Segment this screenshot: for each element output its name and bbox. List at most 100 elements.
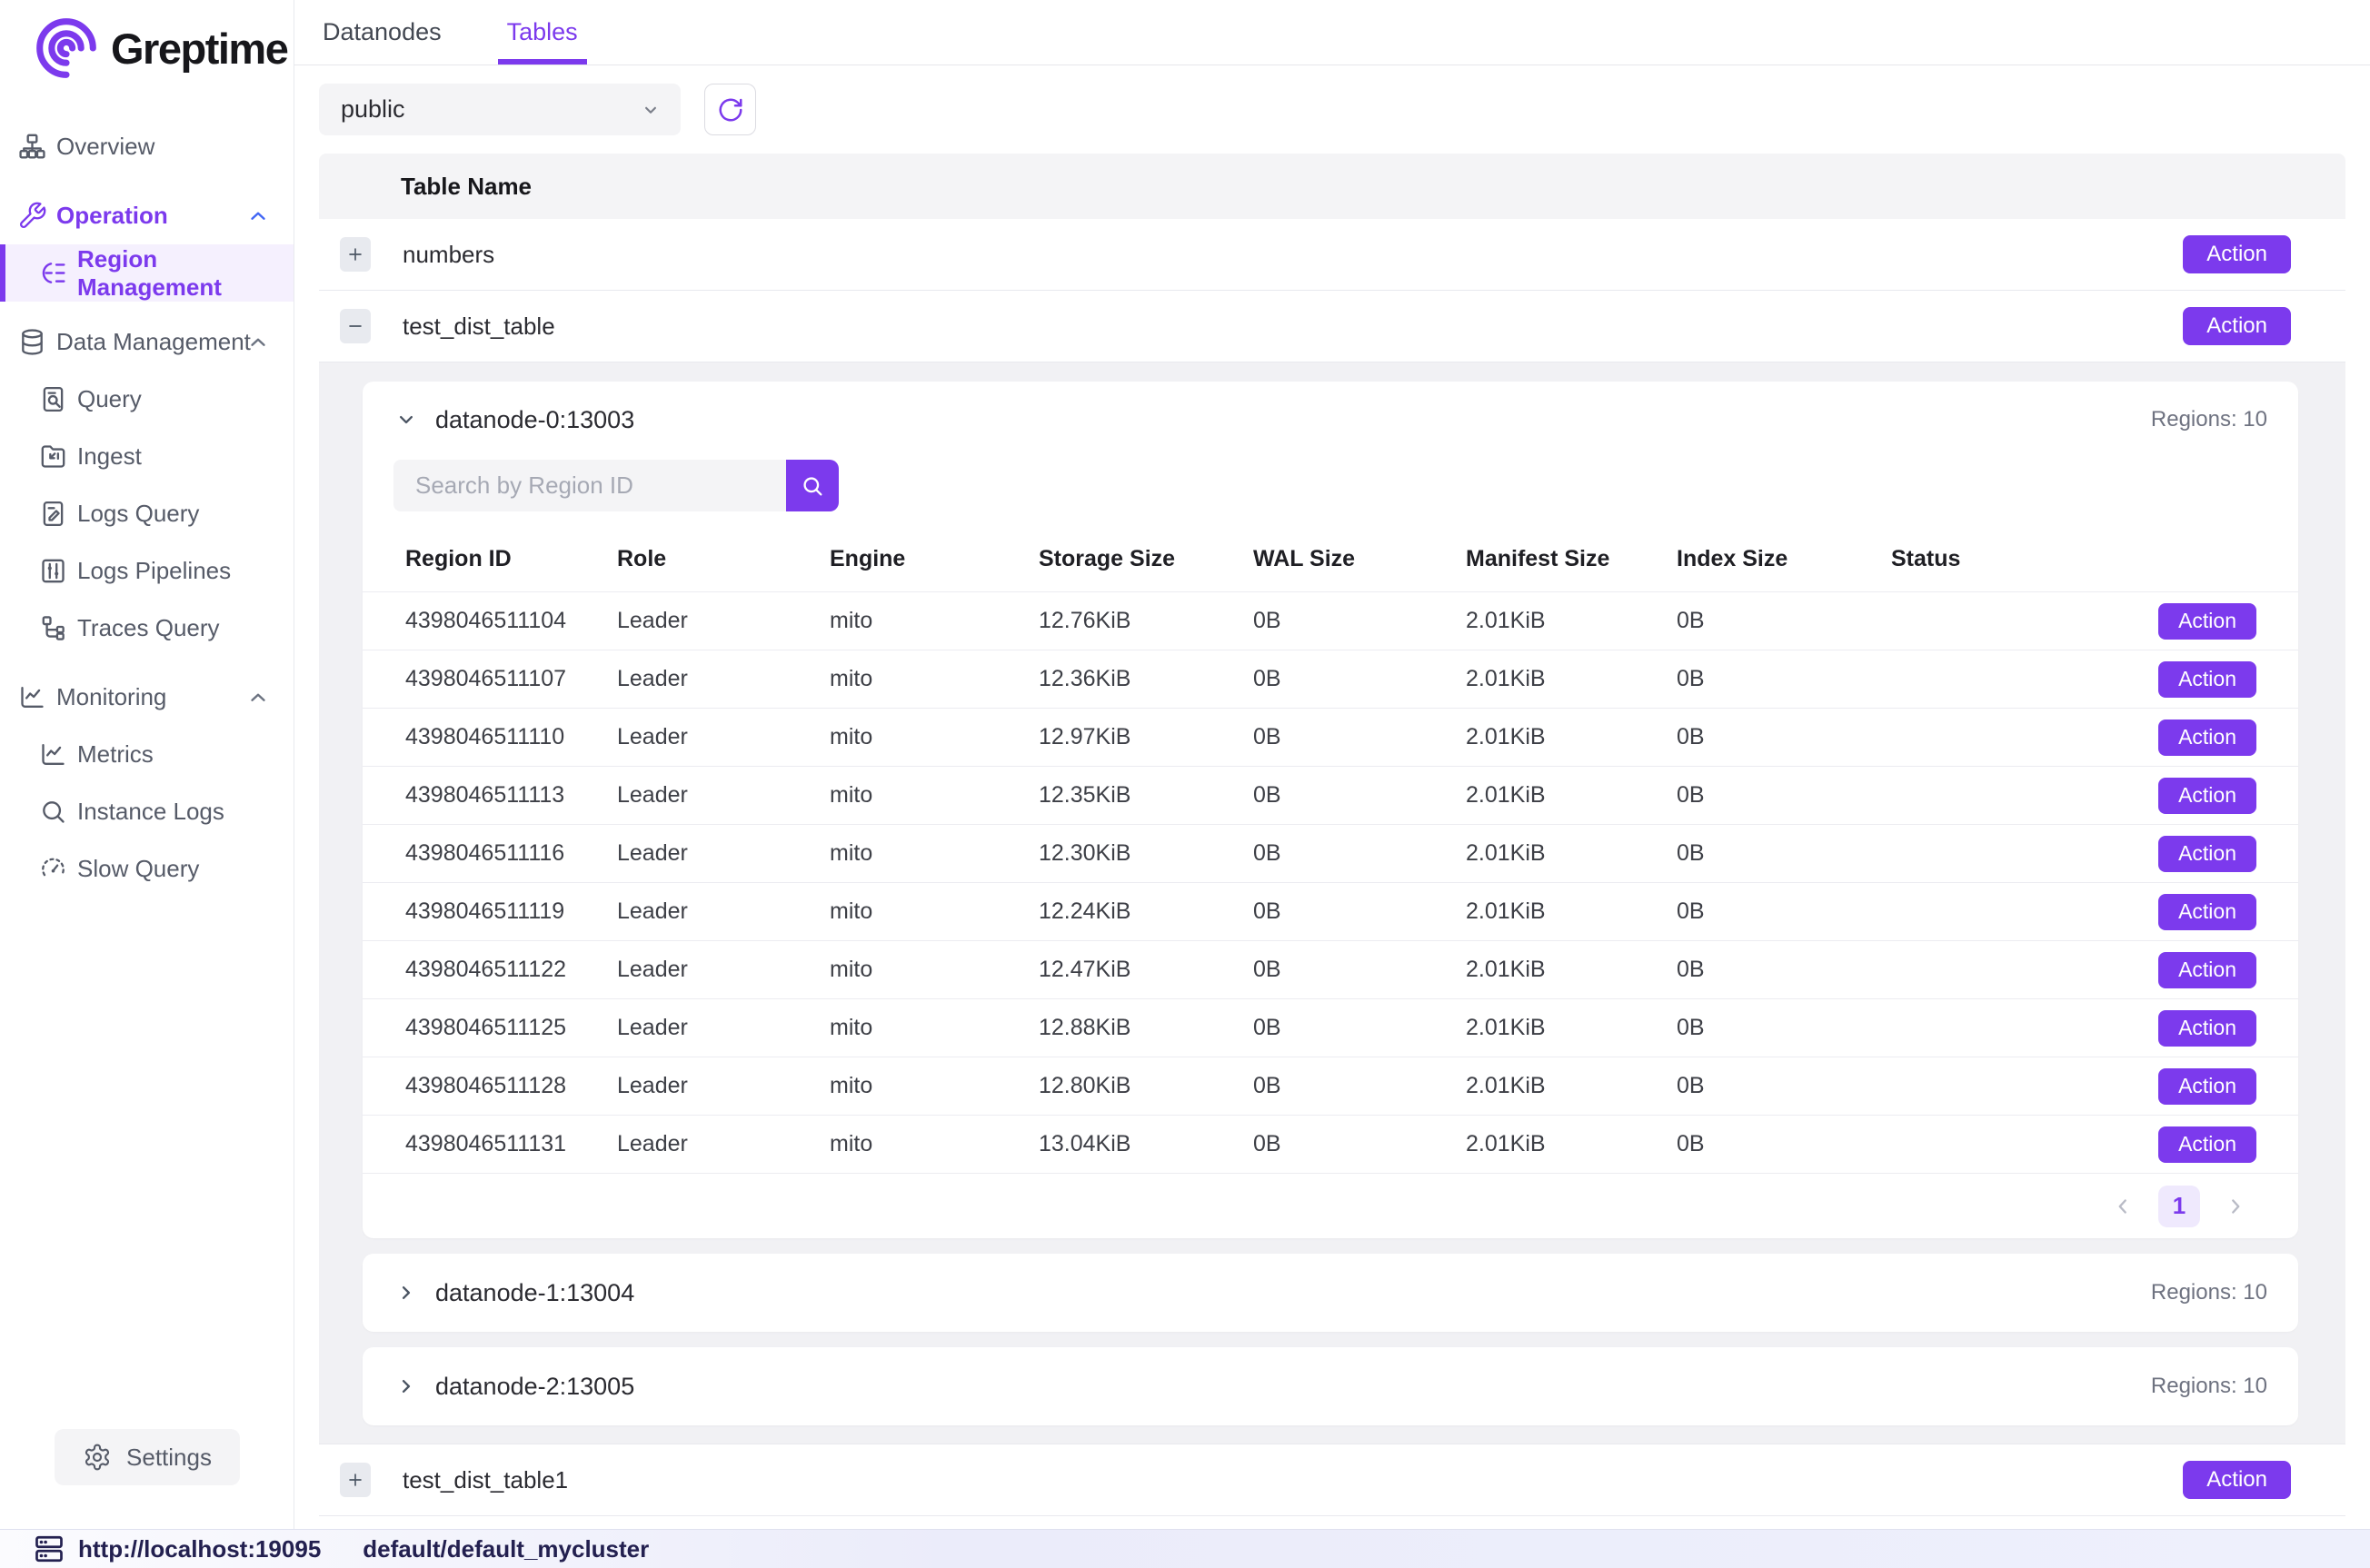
folder-import-icon [38, 442, 68, 471]
connection-url[interactable]: http://localhost:19095 [78, 1535, 321, 1563]
sidebar-item-label: Overview [56, 133, 154, 161]
sidebar-item-traces-query[interactable]: Traces Query [0, 600, 294, 657]
sidebar-item-label: Slow Query [77, 855, 199, 883]
region-cell-index: 0B [1677, 666, 1891, 692]
table-action-button[interactable]: Action [2183, 235, 2291, 273]
chevron-up-icon[interactable] [246, 204, 270, 228]
sidebar-item-query[interactable]: Query [0, 371, 294, 428]
region-column-header: Engine [830, 546, 1039, 572]
region-column-header: Manifest Size [1466, 546, 1677, 572]
sidebar-item-instance-logs[interactable]: Instance Logs [0, 783, 294, 840]
region-action-button[interactable]: Action [2158, 952, 2256, 988]
settings-label: Settings [126, 1444, 212, 1472]
region-column-header: Status [1891, 546, 2155, 572]
settings-button[interactable]: Settings [55, 1429, 240, 1485]
region-search-row [363, 460, 2298, 511]
region-action-button[interactable]: Action [2158, 1010, 2256, 1047]
table-action-button[interactable]: Action [2183, 307, 2291, 345]
sidebar-item-metrics[interactable]: Metrics [0, 726, 294, 783]
datanode-card-collapsed[interactable]: datanode-2:13005 Regions: 10 [363, 1347, 2298, 1425]
datanodes-panel: datanode-0:13003 Regions: 10 [319, 362, 2345, 1444]
region-cell-region-id: 4398046511119 [405, 898, 617, 925]
sidebar-item-operation[interactable]: Operation [0, 187, 294, 244]
sidebar-item-region-management[interactable]: Region Management [0, 244, 294, 302]
region-cell-storage: 12.88KiB [1039, 1015, 1253, 1041]
sidebar-item-label: Traces Query [77, 614, 220, 642]
content: public Table Name [294, 65, 2370, 1529]
region-cell-role: Leader [617, 840, 830, 867]
region-cell-manifest: 2.01KiB [1466, 666, 1677, 692]
region-search-input[interactable] [393, 460, 786, 511]
sidebar-item-label: Query [77, 385, 142, 413]
region-search-button[interactable] [786, 460, 839, 511]
database-select[interactable]: public [319, 84, 681, 135]
sidebar-item-slow-query[interactable]: Slow Query [0, 840, 294, 898]
region-action-button[interactable]: Action [2158, 1068, 2256, 1105]
chevron-right-icon[interactable] [2224, 1195, 2247, 1218]
refresh-button[interactable] [704, 84, 756, 135]
datanode-name: datanode-1:13004 [435, 1279, 634, 1307]
chevron-up-icon[interactable] [246, 331, 270, 354]
region-action-cell: Action [2158, 1068, 2256, 1105]
region-cell-engine: mito [830, 840, 1039, 867]
region-cell-region-id: 4398046511125 [405, 1015, 617, 1041]
tab-datanodes[interactable]: Datanodes [319, 0, 445, 65]
cluster-name: default/default_mycluster [363, 1535, 649, 1563]
table-name: test_dist_table [403, 313, 555, 341]
sidebar-item-label: Data Management [56, 328, 251, 356]
region-cell-region-id: 4398046511122 [405, 957, 617, 983]
datanode-name: datanode-0:13003 [435, 406, 634, 434]
region-cell-index: 0B [1677, 957, 1891, 983]
region-action-button[interactable]: Action [2158, 836, 2256, 872]
brand-name: Greptime [111, 24, 287, 74]
sidebar-item-overview[interactable]: Overview [0, 118, 294, 175]
region-action-cell: Action [2158, 719, 2256, 756]
server-icon [33, 1533, 65, 1565]
region-action-cell: Action [2158, 778, 2256, 814]
region-cell-index: 0B [1677, 898, 1891, 925]
sidebar-item-logs-query[interactable]: Logs Query [0, 485, 294, 542]
region-cell-storage: 12.47KiB [1039, 957, 1253, 983]
table-row: test_dist_table1 Action [319, 1444, 2345, 1516]
region-row: 4398046511116Leadermito12.30KiB0B2.01KiB… [363, 824, 2298, 882]
region-action-button[interactable]: Action [2158, 603, 2256, 640]
chevron-left-icon[interactable] [2111, 1195, 2135, 1218]
region-table-body: 4398046511104Leadermito12.76KiB0B2.01KiB… [363, 591, 2298, 1173]
page-number[interactable]: 1 [2158, 1186, 2200, 1227]
region-action-button[interactable]: Action [2158, 661, 2256, 698]
region-cell-engine: mito [830, 1131, 1039, 1157]
region-cell-manifest: 2.01KiB [1466, 898, 1677, 925]
sidebar-item-label: Metrics [77, 740, 154, 769]
table-row: numbers Action [319, 219, 2345, 291]
tab-tables[interactable]: Tables [503, 0, 582, 65]
search-icon [800, 473, 825, 499]
region-action-cell: Action [2158, 603, 2256, 640]
datanode-name: datanode-2:13005 [435, 1373, 634, 1401]
sidebar-item-data-management[interactable]: Data Management [0, 313, 294, 371]
datanode-header[interactable]: datanode-0:13003 Regions: 10 [363, 382, 2298, 458]
region-cell-manifest: 2.01KiB [1466, 840, 1677, 867]
region-cell-role: Leader [617, 1131, 830, 1157]
region-action-button[interactable]: Action [2158, 778, 2256, 814]
region-action-button[interactable]: Action [2158, 1126, 2256, 1163]
main-area: Datanodes Tables public [294, 0, 2370, 1529]
expand-button[interactable] [340, 237, 371, 272]
expand-button[interactable] [340, 1463, 371, 1497]
datanode-card-collapsed[interactable]: datanode-1:13004 Regions: 10 [363, 1254, 2298, 1332]
table-action-button[interactable]: Action [2183, 1461, 2291, 1499]
sidebar-item-ingest[interactable]: Ingest [0, 428, 294, 485]
region-action-button[interactable]: Action [2158, 719, 2256, 756]
region-cell-engine: mito [830, 957, 1039, 983]
region-cell-role: Leader [617, 898, 830, 925]
regions-count: Regions: 10 [2151, 1280, 2267, 1305]
chevron-up-icon[interactable] [246, 686, 270, 710]
tables-list: Table Name numbers Action [319, 154, 2345, 1529]
region-cell-manifest: 2.01KiB [1466, 1131, 1677, 1157]
region-cell-region-id: 4398046511107 [405, 666, 617, 692]
region-cell-engine: mito [830, 1015, 1039, 1041]
region-action-button[interactable]: Action [2158, 894, 2256, 930]
collapse-button[interactable] [340, 309, 371, 343]
sidebar-item-logs-pipelines[interactable]: Logs Pipelines [0, 542, 294, 600]
sidebar-item-monitoring[interactable]: Monitoring [0, 669, 294, 726]
chevron-right-icon [393, 1280, 419, 1305]
